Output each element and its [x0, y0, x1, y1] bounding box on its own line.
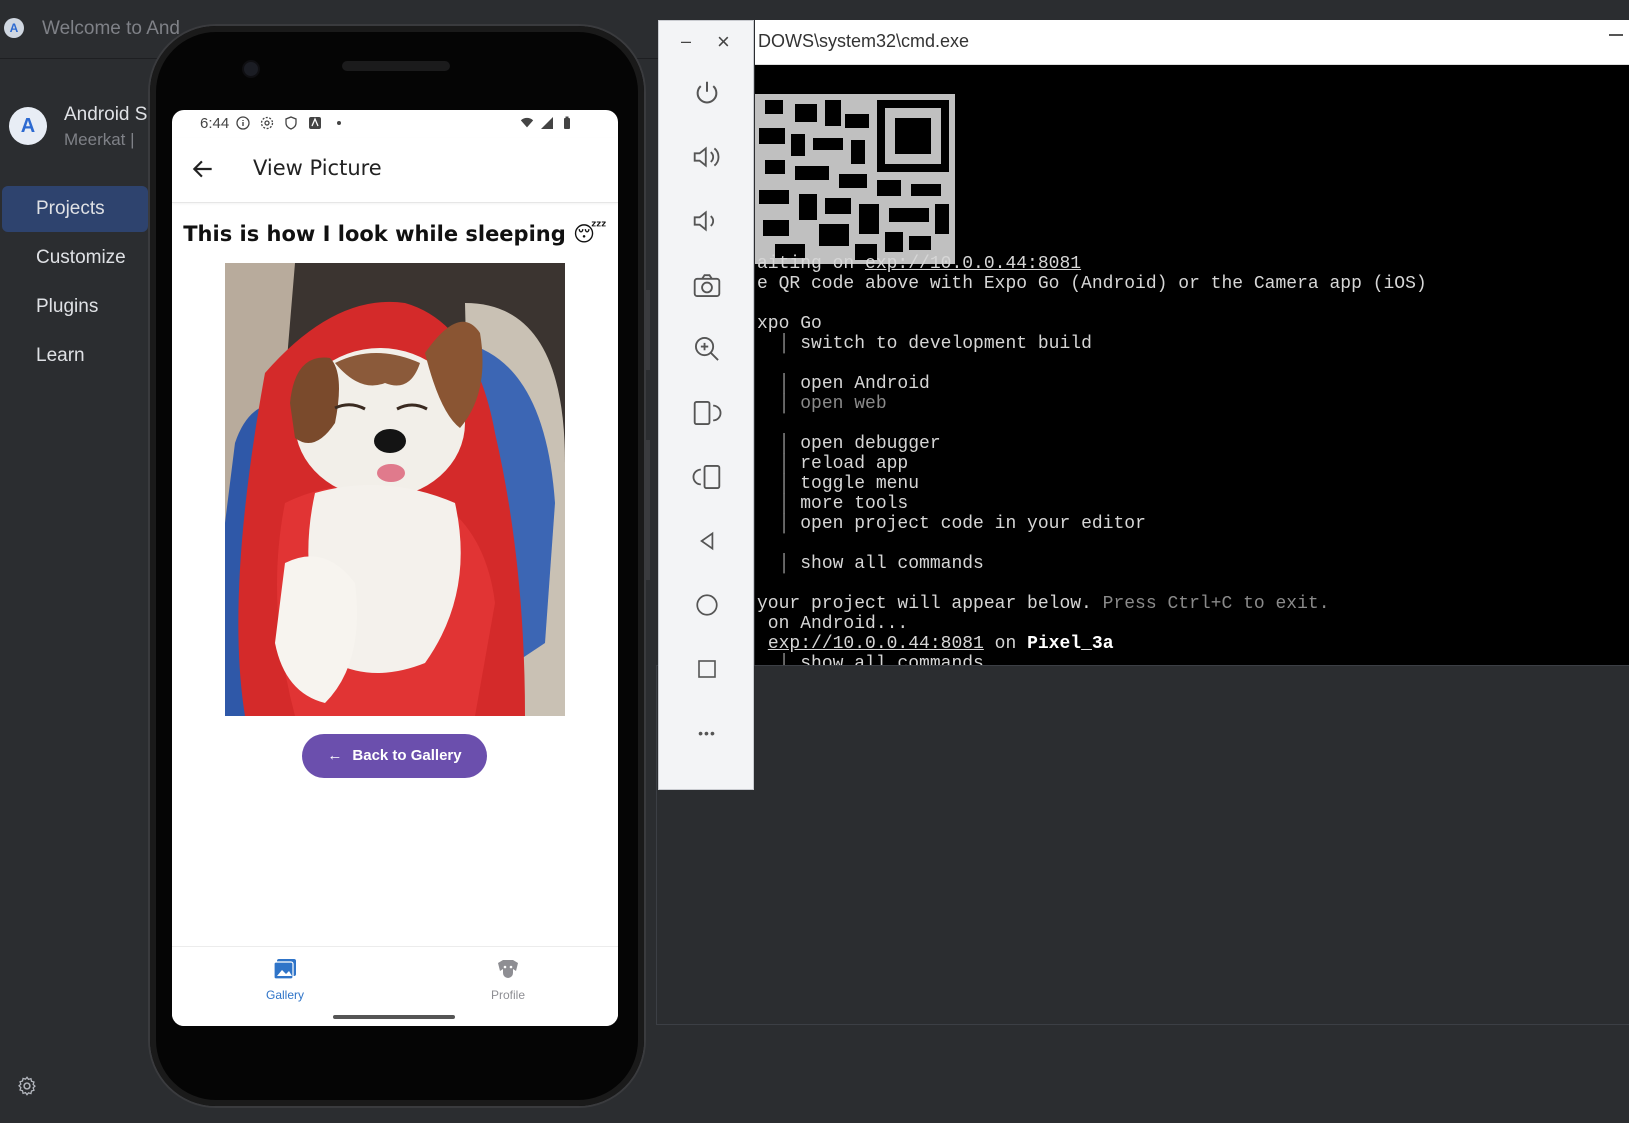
cmd-title: DOWS\system32\cmd.exe [758, 31, 970, 51]
nav-learn[interactable]: Learn [2, 333, 148, 379]
cmd-show-all-line: │ show all commands [757, 554, 984, 574]
product-name: Android S [64, 104, 148, 125]
more-icon[interactable]: ••• [683, 711, 731, 755]
cmd-opening-line: exp://10.0.0.44:8081 on Pixel_3a [767, 634, 1114, 654]
back-to-gallery-button[interactable]: ← Back to Gallery [302, 734, 487, 778]
cmd-open-android-line: │ open Android [757, 374, 930, 394]
bottom-tab-bar: Gallery Profile [172, 946, 618, 1026]
status-bar: 6:44 [172, 110, 618, 138]
cmd-open-code-line: │ open project code in your editor [757, 514, 1146, 534]
back-icon[interactable] [683, 519, 731, 563]
android-studio-logo-icon: A [4, 18, 24, 38]
cmd-toggle-menu-line: │ toggle menu [757, 474, 920, 494]
emulator-close-button[interactable]: × [717, 29, 730, 55]
rotate-left-icon[interactable] [683, 391, 731, 435]
product-version: Meerkat | [64, 130, 135, 149]
puppy-photo [225, 263, 565, 716]
home-indicator[interactable] [333, 1015, 455, 1019]
battery-icon [564, 116, 570, 129]
page-title: View Picture [253, 156, 382, 180]
zoom-icon[interactable] [683, 327, 731, 371]
wifi-icon [520, 117, 534, 128]
cmd-expo-go-line: xpo Go [757, 314, 822, 334]
cmd-more-tools-line: │ more tools [757, 494, 909, 514]
cmd-window-lower-area [656, 665, 1629, 1025]
overview-icon[interactable] [683, 647, 731, 691]
shield-icon [285, 116, 297, 130]
cmd-minimize-button[interactable] [1609, 34, 1623, 36]
cmd-logs-line: your project will appear below. Press Ct… [757, 594, 1330, 614]
nav-customize[interactable]: Customize [2, 235, 148, 281]
phone-side-button [646, 290, 650, 370]
cmd-reload-line: │ reload app [757, 454, 909, 474]
cmd-open-debugger-line: │ open debugger [757, 434, 941, 454]
tab-gallery[interactable]: Gallery [225, 957, 345, 1002]
phone-device-frame: 6:44 View Picture This is how I look whi… [150, 26, 644, 1106]
emulator-minimize-button[interactable]: – [681, 31, 691, 52]
rotate-right-icon[interactable] [683, 455, 731, 499]
cmd-scan-line: e QR code above with Expo Go (Android) o… [757, 274, 1427, 294]
tab-profile-label: Profile [490, 988, 525, 1002]
cmd-switch-line: │ switch to development build [757, 334, 1092, 354]
cmd-titlebar: DOWS\system32\cmd.exe [755, 20, 1629, 65]
nav-plugins[interactable]: Plugins [2, 284, 148, 330]
qr-code [755, 94, 955, 264]
volume-up-icon[interactable] [683, 135, 731, 179]
profile-dog-icon [498, 960, 518, 978]
emulator-toolbar: – × ••• [658, 20, 754, 790]
settings-gear-icon[interactable] [16, 1075, 38, 1097]
tab-gallery-label: Gallery [265, 988, 304, 1002]
front-camera [244, 62, 258, 76]
arrow-left-icon: ← [327, 747, 343, 764]
dot-icon [337, 121, 341, 125]
cmd-opening-url[interactable]: exp://10.0.0.44:8081 [768, 634, 984, 654]
home-icon[interactable] [683, 583, 731, 627]
cmd-open-web-line: │ open web [757, 394, 887, 414]
cmd-waiting-url[interactable]: exp://10.0.0.44:8081 [865, 254, 1081, 274]
settings-icon [260, 116, 274, 130]
android-studio-avatar-icon: A [9, 107, 47, 145]
signal-icon [541, 117, 553, 129]
window-title: Welcome to And [42, 18, 181, 39]
phone-screen: 6:44 View Picture This is how I look whi… [172, 110, 618, 1026]
cmd-on-android-line: on Android... [757, 614, 909, 634]
terminal-output: aiting on exp://10.0.0.44:8081 e QR code… [755, 64, 1629, 674]
camera-icon[interactable] [683, 263, 731, 307]
power-icon[interactable] [683, 71, 731, 115]
volume-down-icon[interactable] [683, 199, 731, 243]
phone-volume-rocker [646, 440, 650, 580]
tab-profile[interactable]: Profile [448, 957, 568, 1002]
back-arrow-icon[interactable] [190, 156, 216, 182]
status-time: 6:44 [200, 115, 230, 132]
picture-caption: This is how I look while sleeping 😴 [183, 222, 607, 246]
cmd-waiting-line: aiting on exp://10.0.0.44:8081 [757, 254, 1082, 274]
gallery-icon [273, 959, 296, 980]
app-notification-icon [309, 117, 321, 129]
cmd-window: DOWS\system32\cmd.exe aiting on exp://10… [755, 20, 1629, 674]
app-header: View Picture [172, 138, 618, 203]
info-icon [236, 116, 250, 130]
sleeping-puppy-image [225, 263, 565, 716]
nav-projects[interactable]: Projects [2, 186, 148, 232]
earpiece-speaker [342, 61, 450, 71]
